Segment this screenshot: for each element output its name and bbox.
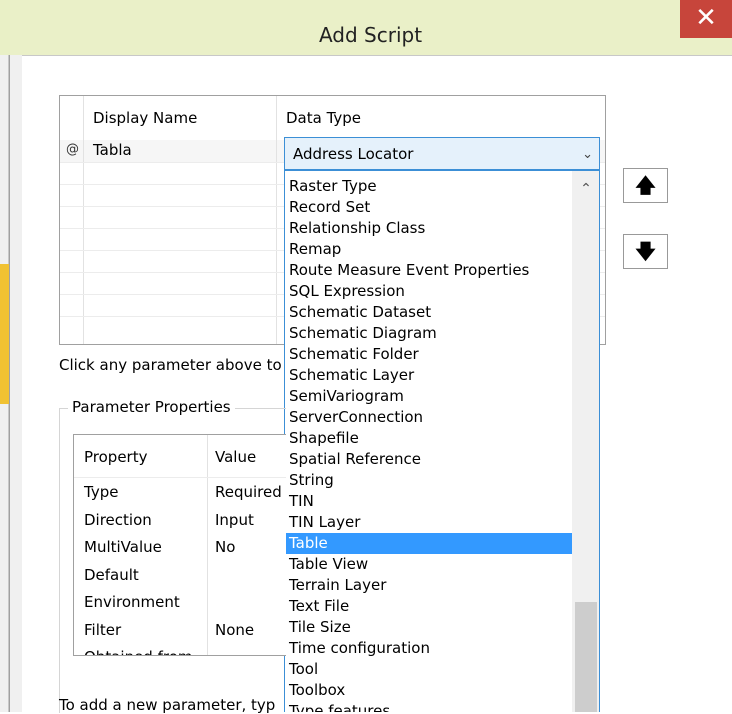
row-marker-icon: @	[66, 142, 79, 157]
dropdown-option[interactable]: TIN	[286, 491, 575, 512]
dropdown-option[interactable]: SQL Expression	[286, 281, 575, 302]
property-name-cell: Direction	[84, 510, 152, 529]
scrollbar-thumb[interactable]	[575, 602, 597, 712]
property-name-cell: Environment	[84, 593, 180, 611]
property-value-cell[interactable]: Input	[215, 511, 254, 529]
footer-instruction-text: To add a new parameter, typ	[59, 696, 276, 714]
instruction-text: Click any parameter above to	[59, 356, 282, 374]
table-row[interactable]: Filter None	[74, 619, 286, 645]
group-label: Parameter Properties	[68, 398, 235, 416]
data-type-value: Address Locator	[293, 145, 414, 163]
table-row[interactable]: MultiValue No	[74, 536, 286, 562]
property-value-cell[interactable]: No	[215, 538, 235, 556]
dropdown-option[interactable]: Toolbox	[286, 680, 575, 701]
table-row[interactable]: Obtained from	[74, 646, 286, 655]
dropdown-option[interactable]: Table	[286, 533, 575, 554]
dropdown-option[interactable]: Record Set	[286, 197, 575, 218]
dropdown-option[interactable]: Schematic Layer	[286, 365, 575, 386]
move-down-button[interactable]: 🡇	[623, 234, 668, 269]
column-header-data-type[interactable]: Data Type	[286, 96, 361, 140]
dropdown-option[interactable]: Text File	[286, 596, 575, 617]
dropdown-option[interactable]: Remap	[286, 239, 575, 260]
table-row[interactable]: Default	[74, 564, 286, 590]
grid-header: Display Name Data Type	[60, 96, 605, 140]
close-button[interactable]: ✕	[680, 0, 732, 38]
grid-column-divider	[276, 96, 277, 344]
column-header-value[interactable]: Value	[215, 448, 256, 466]
dropdown-option[interactable]: Type features	[286, 701, 575, 712]
dropdown-option[interactable]: Raster Type	[286, 176, 575, 197]
dropdown-option[interactable]: SemiVariogram	[286, 386, 575, 407]
dropdown-option[interactable]: String	[286, 470, 575, 491]
dropdown-option[interactable]: ServerConnection	[286, 407, 575, 428]
dropdown-option[interactable]: Table View	[286, 554, 575, 575]
dropdown-option[interactable]: Tile Size	[286, 617, 575, 638]
properties-table[interactable]: Property Value Type Required Direction Inpu…	[73, 434, 286, 656]
property-name-cell: Filter	[84, 620, 122, 639]
table-row[interactable]: Type Required	[74, 481, 286, 507]
property-value-cell[interactable]: Required	[215, 483, 282, 501]
close-icon: ✕	[695, 3, 717, 33]
dropdown-option[interactable]: Schematic Diagram	[286, 323, 575, 344]
window-title: Add Script	[318, 23, 423, 47]
arrow-up-icon: 🡅	[635, 173, 656, 197]
property-name-cell: Default	[84, 565, 139, 584]
grid-column-divider	[83, 96, 84, 344]
dropdown-option[interactable]: Route Measure Event Properties	[286, 260, 575, 281]
data-type-dropdown-list[interactable]: Raster Type Record Set Relationship Class R…	[284, 170, 600, 712]
dropdown-option[interactable]: Shapefile	[286, 428, 575, 449]
dropdown-option[interactable]: Time configuration	[286, 638, 575, 659]
display-name-cell[interactable]: Tabla	[93, 141, 132, 159]
arrow-down-icon: 🡇	[635, 239, 656, 263]
dropdown-option[interactable]: Schematic Folder	[286, 344, 575, 365]
table-row[interactable]: Environment	[74, 591, 286, 617]
dropdown-option[interactable]: TIN Layer	[286, 512, 575, 533]
chevron-down-icon[interactable]: ⌄	[582, 138, 593, 171]
properties-header-divider	[74, 477, 286, 478]
dropdown-scrollbar[interactable]: ⌃	[572, 171, 599, 712]
scroll-up-arrow-icon[interactable]: ⌃	[572, 181, 599, 201]
move-up-button[interactable]: 🡅	[623, 168, 668, 203]
data-type-select[interactable]: Address Locator ⌄	[284, 137, 600, 170]
property-name-cell: Obtained from	[84, 648, 193, 655]
column-header-property[interactable]: Property	[84, 448, 147, 466]
dropdown-option[interactable]: Relationship Class	[286, 218, 575, 239]
table-row[interactable]: Direction Input	[74, 509, 286, 535]
property-name-cell: Type	[84, 483, 119, 501]
property-value-cell[interactable]: None	[215, 621, 254, 639]
dropdown-option[interactable]: Tool	[286, 659, 575, 680]
dropdown-option[interactable]: Spatial Reference	[286, 449, 575, 470]
dropdown-option[interactable]: Terrain Layer	[286, 575, 575, 596]
property-name-cell: MultiValue	[84, 538, 162, 556]
column-header-display-name[interactable]: Display Name	[93, 96, 197, 140]
dropdown-option[interactable]: Schematic Dataset	[286, 302, 575, 323]
